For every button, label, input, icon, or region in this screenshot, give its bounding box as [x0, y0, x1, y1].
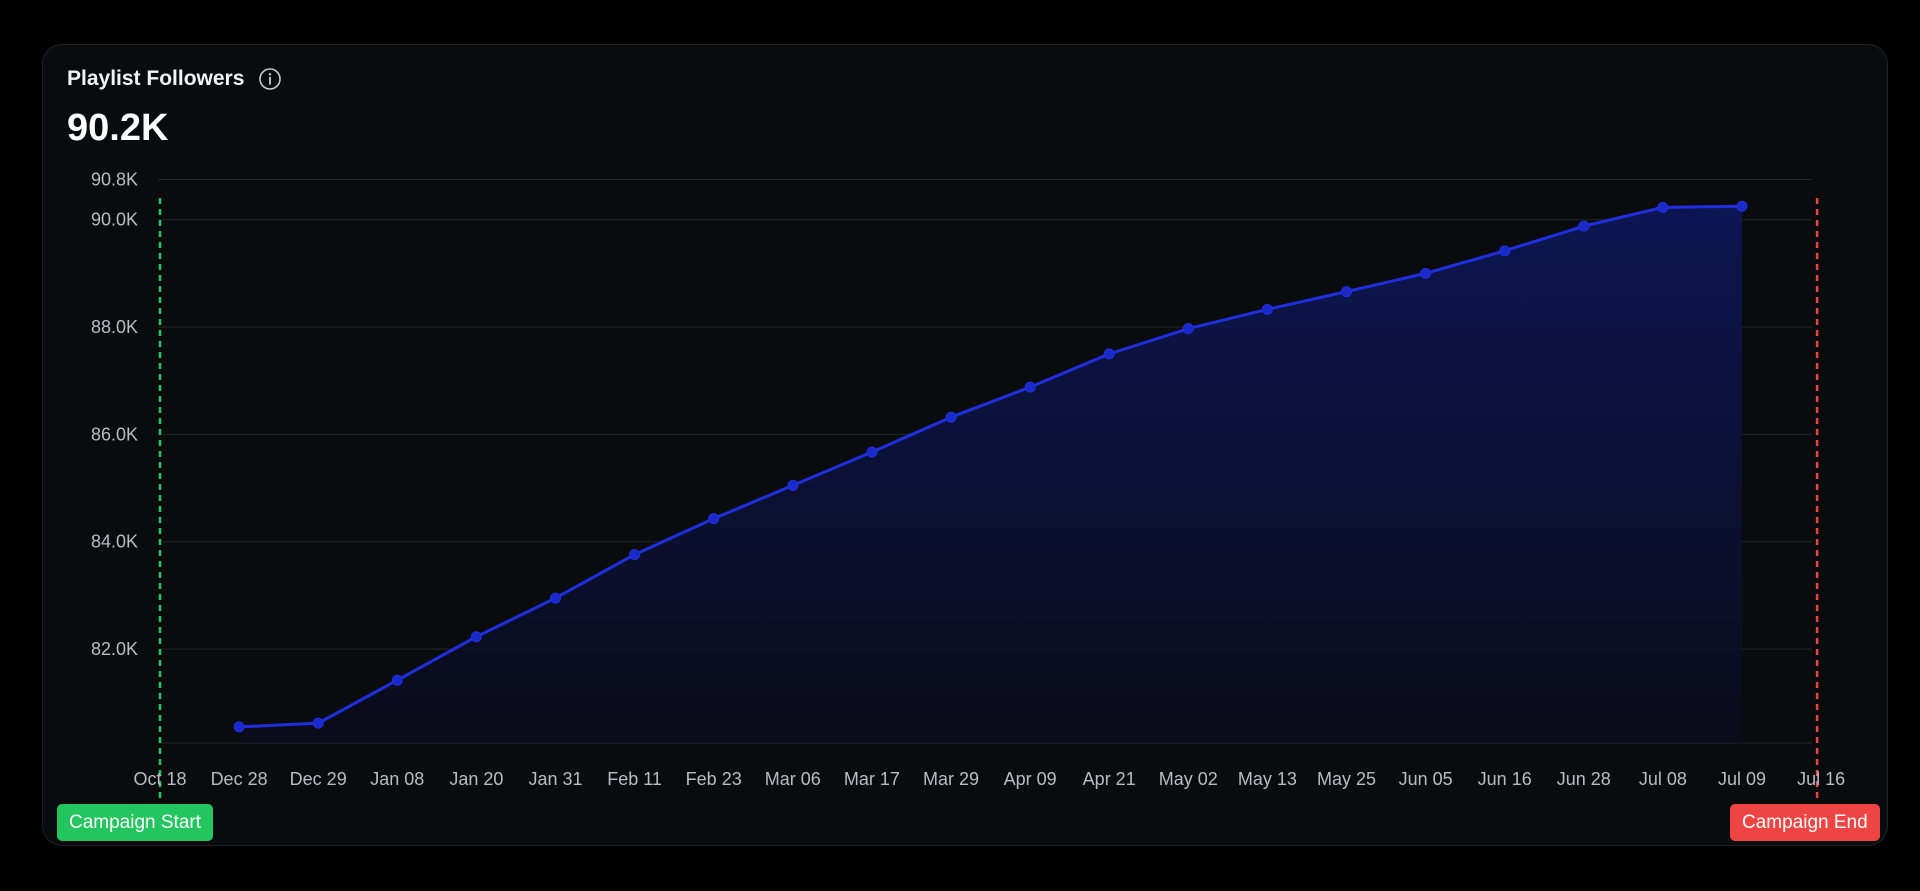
area-fill — [239, 206, 1743, 744]
data-point — [233, 721, 245, 733]
x-tick-label: Jul 16 — [1797, 769, 1845, 789]
x-tick-label: Jan 20 — [449, 769, 503, 789]
data-point — [1420, 267, 1432, 279]
x-tick-label: Dec 28 — [211, 769, 268, 789]
x-tick-label: Apr 09 — [1004, 769, 1057, 789]
data-point — [866, 446, 878, 458]
x-tick-label: Dec 29 — [290, 769, 347, 789]
x-tick-label: Jun 05 — [1399, 769, 1453, 789]
y-axis-ticks: 82.0K 84.0K 86.0K 88.0K 90.0K 90.8K — [91, 169, 138, 659]
series-area — [239, 206, 1743, 744]
data-point — [629, 549, 641, 561]
x-tick-label: Feb 11 — [607, 769, 662, 789]
y-tick-label: 88.0K — [91, 317, 138, 337]
data-point — [708, 513, 720, 525]
data-point — [1578, 220, 1590, 232]
data-point — [787, 479, 799, 491]
data-point — [1261, 303, 1273, 315]
y-tick-label: 90.0K — [91, 210, 138, 230]
campaign-start-badge[interactable]: Campaign Start — [57, 804, 214, 841]
x-tick-label: Apr 21 — [1083, 769, 1136, 789]
data-point — [1657, 201, 1669, 213]
data-point — [1024, 381, 1036, 393]
x-tick-label: May 02 — [1159, 769, 1218, 789]
x-tick-label: Oct 18 — [133, 769, 186, 789]
data-point — [1499, 245, 1511, 257]
x-tick-label: May 25 — [1317, 769, 1376, 789]
followers-chart: 82.0K 84.0K 86.0K 88.0K 90.0K 90.8K Oct 18 Dec… — [91, 169, 1845, 800]
data-point — [550, 592, 561, 604]
x-tick-label: Mar 29 — [923, 769, 979, 789]
y-tick-label: 86.0K — [91, 424, 138, 444]
y-tick-label: 82.0K — [91, 639, 138, 659]
data-point — [312, 717, 324, 729]
y-tick-label: 90.8K — [91, 169, 138, 189]
x-tick-label: May 13 — [1238, 769, 1297, 789]
data-point — [1736, 200, 1748, 212]
data-point — [1103, 348, 1115, 360]
data-point — [945, 411, 957, 423]
x-tick-label: Mar 06 — [765, 769, 821, 789]
data-point — [391, 674, 403, 686]
campaign-end-badge[interactable]: Campaign End — [1730, 804, 1880, 841]
data-point — [1341, 286, 1352, 298]
y-tick-label: 84.0K — [91, 532, 138, 552]
x-axis-ticks: Oct 18 Dec 28 Dec 29 Jan 08 Jan 20 Jan 31 Feb … — [133, 769, 1845, 789]
data-point — [1182, 323, 1194, 335]
x-tick-label: Jun 28 — [1557, 769, 1611, 789]
x-tick-label: Jul 08 — [1639, 769, 1687, 789]
x-tick-label: Jan 31 — [528, 769, 582, 789]
x-tick-label: Jul 09 — [1718, 769, 1766, 789]
data-point — [470, 631, 482, 643]
x-tick-label: Feb 23 — [686, 769, 742, 789]
x-tick-label: Jan 08 — [370, 769, 424, 789]
x-tick-label: Mar 17 — [844, 769, 900, 789]
x-tick-label: Jun 16 — [1478, 769, 1532, 789]
